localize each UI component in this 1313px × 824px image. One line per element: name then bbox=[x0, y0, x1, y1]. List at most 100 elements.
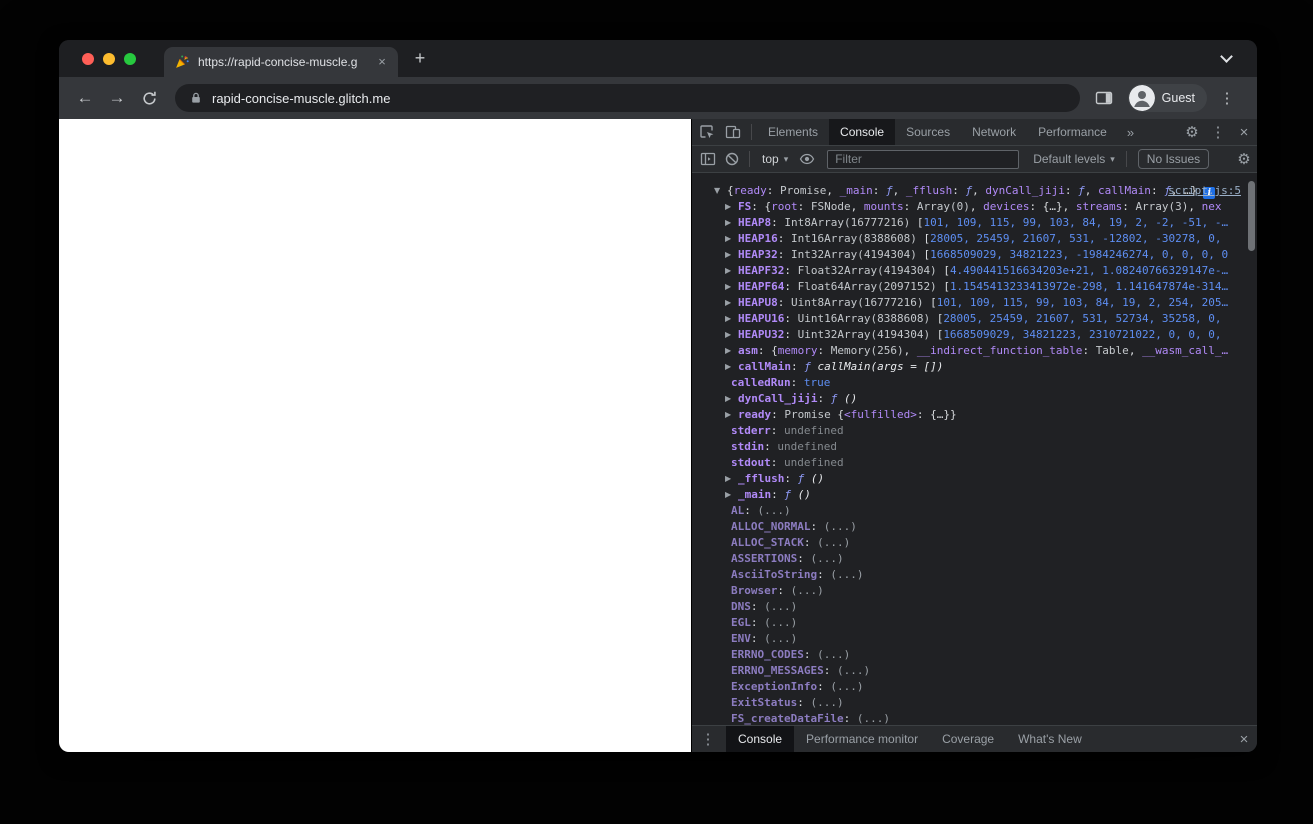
expand-triangle-icon[interactable]: ▶ bbox=[725, 343, 738, 359]
console-row: ▶ HEAPU16: Uint16Array(8388608) [28005, 2… bbox=[692, 311, 1257, 327]
profile-name: Guest bbox=[1161, 91, 1195, 105]
expand-triangle-icon[interactable]: ▶ bbox=[725, 391, 738, 407]
new-tab-button[interactable]: + bbox=[407, 46, 433, 72]
expand-triangle-icon[interactable]: ▶ bbox=[725, 359, 738, 375]
console-text: HEAP8 bbox=[738, 216, 772, 229]
console-text: _fflush bbox=[905, 184, 953, 197]
console-scrollbar[interactable] bbox=[1248, 181, 1255, 251]
console-text: : bbox=[817, 680, 831, 693]
expand-triangle-icon[interactable]: ▶ bbox=[725, 407, 738, 423]
device-toolbar-icon[interactable] bbox=[720, 119, 746, 145]
console-text: callMain bbox=[1097, 184, 1151, 197]
devtools-panel: Elements Console Sources Network Performance… bbox=[691, 119, 1257, 752]
profile-chip[interactable]: Guest bbox=[1127, 84, 1207, 112]
expand-triangle-icon[interactable]: ▶ bbox=[725, 263, 738, 279]
console-text: : bbox=[744, 504, 758, 517]
address-bar[interactable]: rapid-concise-muscle.glitch.me bbox=[175, 84, 1080, 112]
inspect-element-icon[interactable] bbox=[694, 119, 720, 145]
expand-triangle-icon[interactable]: ▶ bbox=[725, 279, 738, 295]
maximize-window-button[interactable] bbox=[124, 52, 136, 65]
drawertab-coverage[interactable]: Coverage bbox=[930, 726, 1006, 752]
console-text: 101, 109, 115, 99, 103, 84, 19, 2, 254, … bbox=[936, 296, 1229, 309]
console-text: true bbox=[803, 376, 831, 389]
console-row: ▶ HEAPU32: Uint32Array(4194304) [16685090… bbox=[692, 327, 1257, 343]
console-text: (...) bbox=[764, 616, 798, 629]
console-row: stdout: undefined bbox=[692, 455, 1257, 471]
console-row: ▼ {ready: Promise, _main: ƒ, _fflush: ƒ, … bbox=[692, 183, 1257, 199]
drawer-close-icon[interactable]: × bbox=[1231, 726, 1257, 752]
console-text: root bbox=[771, 200, 798, 213]
console-text: : bbox=[797, 552, 811, 565]
console-text: , bbox=[1128, 344, 1143, 357]
dttab-network[interactable]: Network bbox=[961, 119, 1027, 145]
console-text: ASSERTIONS bbox=[731, 552, 798, 565]
console-text: : bbox=[784, 472, 798, 485]
console-filter-input[interactable] bbox=[827, 149, 1020, 169]
dttab-elements[interactable]: Elements bbox=[757, 119, 829, 145]
tab-search-chevron-icon[interactable] bbox=[1220, 50, 1233, 63]
console-text: [ bbox=[943, 264, 950, 277]
console-text: : bbox=[784, 312, 798, 325]
console-text: : bbox=[750, 632, 765, 645]
drawertab-what-s-new[interactable]: What's New bbox=[1006, 726, 1094, 752]
expand-triangle-icon[interactable]: ▶ bbox=[725, 471, 738, 487]
console-text: : bbox=[823, 664, 837, 677]
browser-tab[interactable]: https://rapid-concise-muscle.g × bbox=[164, 47, 398, 77]
expand-triangle-icon[interactable]: ▶ bbox=[725, 247, 738, 263]
expand-triangle-icon[interactable]: ▶ bbox=[725, 295, 738, 311]
dttab-sources[interactable]: Sources bbox=[895, 119, 961, 145]
devtools-tab-bar: Elements Console Sources Network Performance… bbox=[692, 119, 1257, 146]
dttab-console[interactable]: Console bbox=[829, 119, 896, 145]
console-sidebar-icon[interactable] bbox=[696, 146, 720, 172]
console-text: Array(3) bbox=[1135, 200, 1189, 213]
console-text: , bbox=[826, 184, 840, 197]
console-row: AsciiToString: (...) bbox=[692, 567, 1257, 583]
separator bbox=[749, 151, 750, 167]
side-panel-icon[interactable] bbox=[1090, 84, 1118, 112]
console-text: : bbox=[790, 360, 805, 373]
live-expression-eye-icon[interactable] bbox=[795, 146, 819, 172]
console-text: ERRNO_MESSAGES bbox=[731, 664, 824, 677]
console-text: 101, 109, 115, 99, 103, 84, 19, 2, -2, -… bbox=[923, 216, 1229, 229]
macos-window-controls bbox=[82, 52, 136, 65]
browser-menu-icon[interactable]: ⋮ bbox=[1213, 84, 1241, 112]
console-text: nex bbox=[1201, 200, 1222, 213]
console-text: FS bbox=[738, 200, 752, 213]
expand-triangle-icon[interactable]: ▶ bbox=[725, 327, 738, 343]
source-location-link[interactable]: script.js:5 bbox=[1168, 183, 1241, 199]
drawertab-performance-monitor[interactable]: Performance monitor bbox=[794, 726, 930, 752]
dttab-performance[interactable]: Performance bbox=[1027, 119, 1118, 145]
console-text: : {…}, bbox=[1029, 200, 1076, 213]
log-levels-selector[interactable]: Default levels ▾ bbox=[1027, 152, 1121, 166]
more-tabs-icon[interactable]: » bbox=[1118, 125, 1143, 140]
tab-close-icon[interactable]: × bbox=[374, 54, 390, 70]
reload-button[interactable] bbox=[135, 84, 163, 112]
expand-triangle-icon[interactable]: ▶ bbox=[725, 199, 738, 215]
minimize-window-button[interactable] bbox=[103, 52, 115, 65]
collapse-triangle-icon[interactable]: ▼ bbox=[714, 183, 727, 199]
console-text: stderr bbox=[731, 424, 771, 437]
drawertab-console[interactable]: Console bbox=[726, 726, 795, 752]
console-text: (...) bbox=[810, 696, 844, 709]
console-text: stdin bbox=[731, 440, 765, 453]
console-row: stderr: undefined bbox=[692, 423, 1257, 439]
devtools-menu-icon[interactable]: ⋮ bbox=[1205, 119, 1231, 145]
close-window-button[interactable] bbox=[82, 52, 94, 65]
issues-button[interactable]: No Issues bbox=[1137, 149, 1210, 169]
clear-console-icon[interactable] bbox=[720, 146, 744, 172]
console-row: ExitStatus: (...) bbox=[692, 695, 1257, 711]
console-text: FSNode bbox=[810, 200, 851, 213]
expand-triangle-icon[interactable]: ▶ bbox=[725, 311, 738, 327]
console-settings-gear-icon[interactable]: ⚙ bbox=[1231, 146, 1257, 172]
expand-triangle-icon[interactable]: ▶ bbox=[725, 215, 738, 231]
back-button[interactable]: ← bbox=[71, 84, 99, 112]
expand-triangle-icon[interactable]: ▶ bbox=[725, 487, 738, 503]
drawer-menu-icon[interactable]: ⋮ bbox=[696, 726, 720, 752]
console-text: : bbox=[771, 408, 785, 421]
devtools-close-icon[interactable]: × bbox=[1231, 119, 1257, 145]
context-selector[interactable]: top ▾ bbox=[755, 152, 795, 166]
console-text: : bbox=[771, 488, 785, 501]
devtools-settings-gear-icon[interactable]: ⚙ bbox=[1179, 119, 1205, 145]
expand-triangle-icon[interactable]: ▶ bbox=[725, 231, 738, 247]
forward-button[interactable]: → bbox=[103, 84, 131, 112]
